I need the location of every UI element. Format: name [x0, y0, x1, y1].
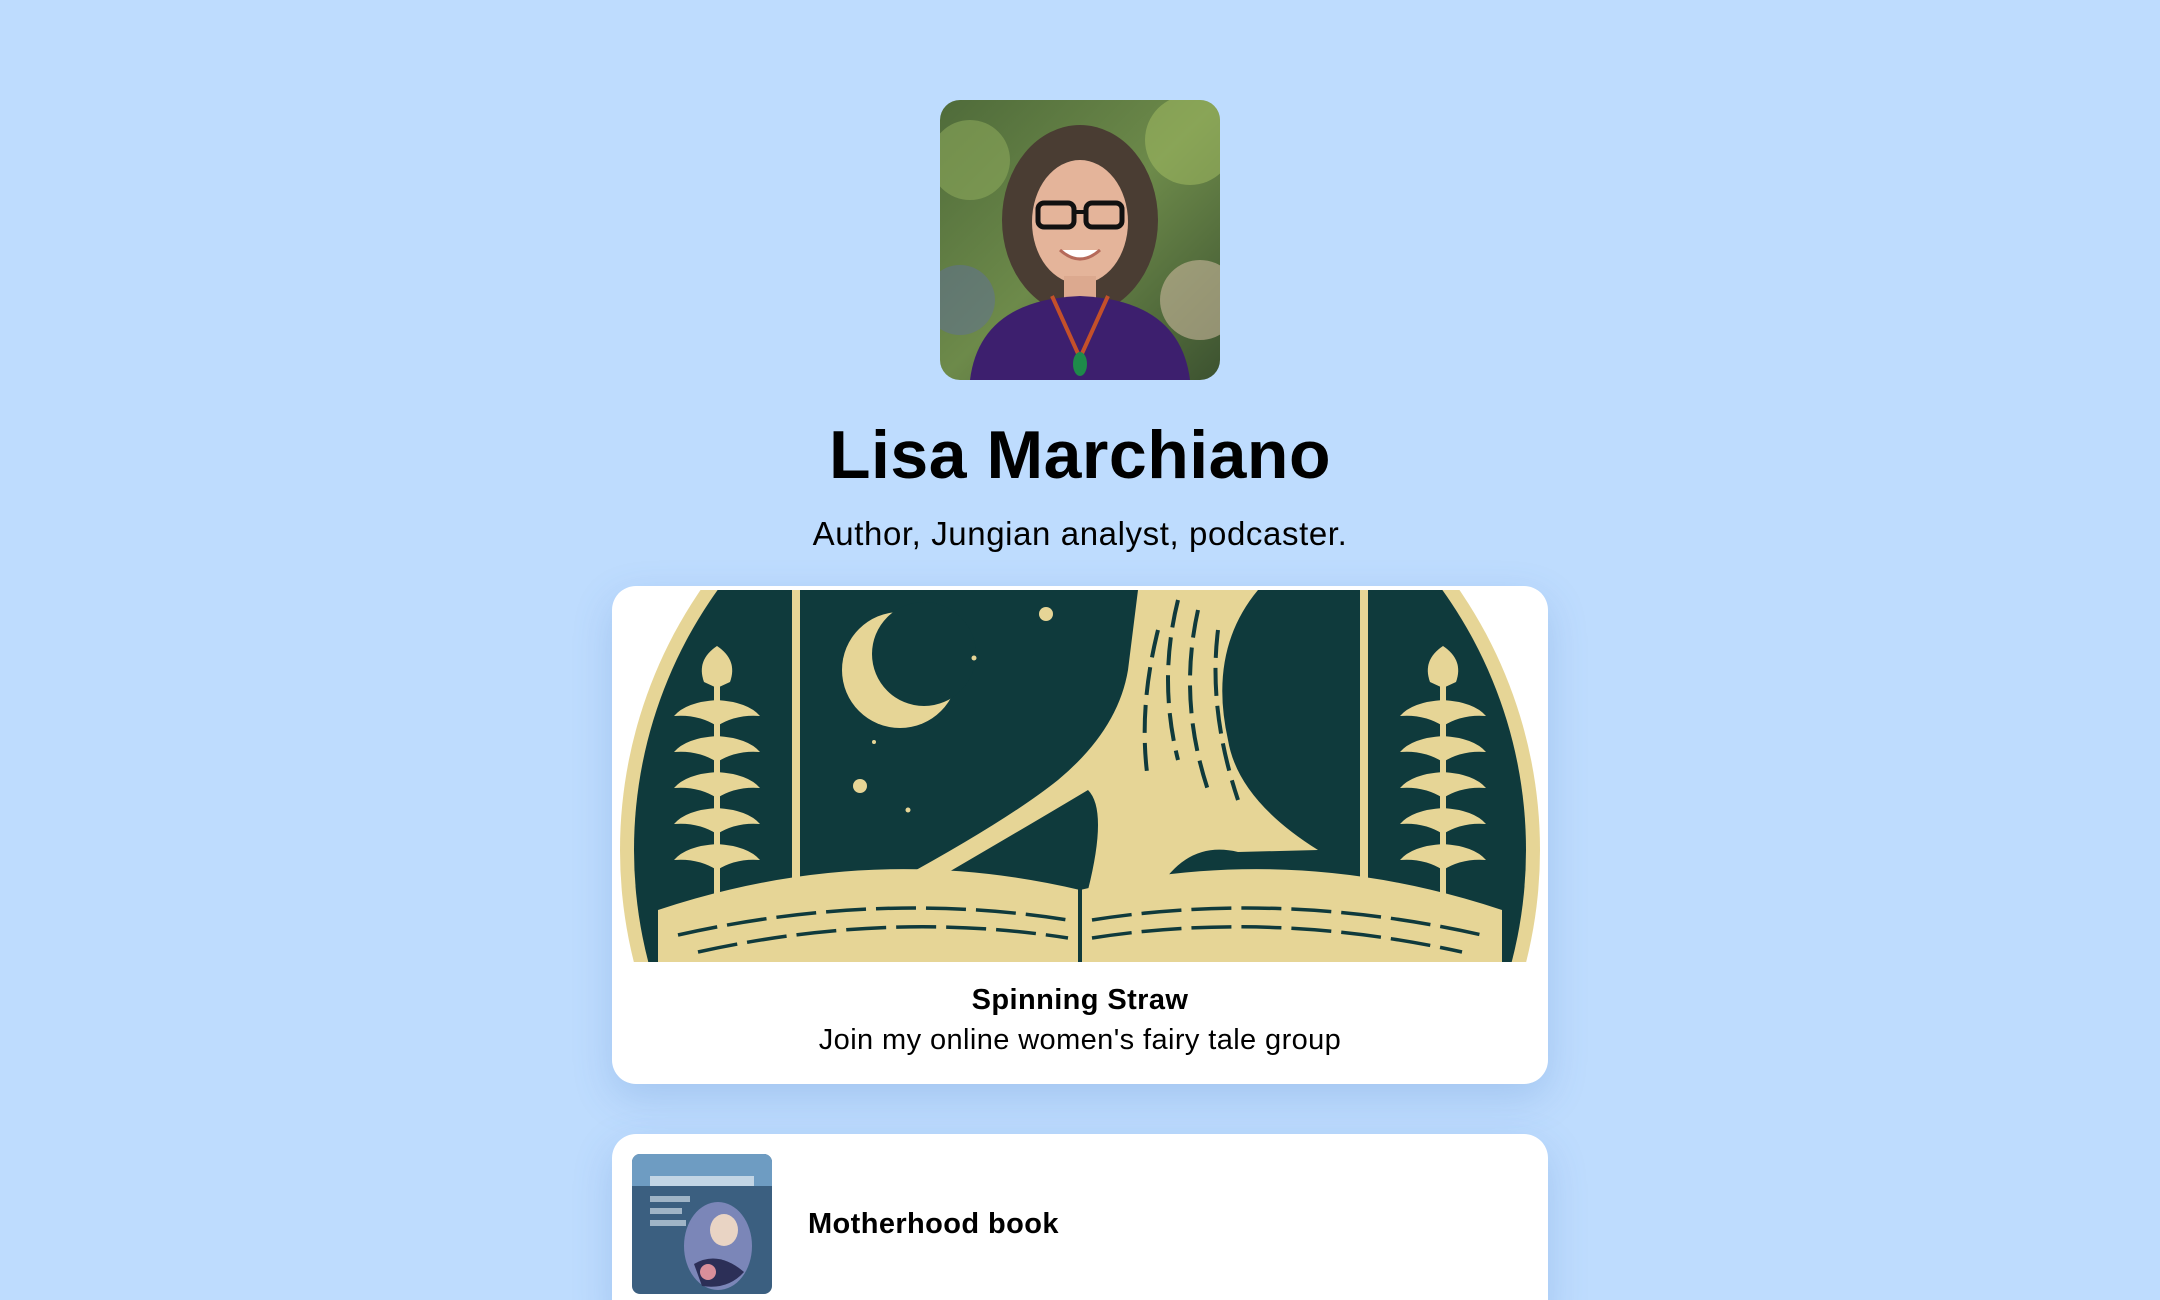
featured-link-subtitle: Join my online women's fairy tale group [818, 1024, 1342, 1056]
tree-on-open-book-icon [618, 590, 1542, 962]
book-cover-icon [632, 1154, 772, 1294]
profile-name: Lisa Marchiano [828, 417, 1332, 493]
profile-photo [940, 100, 1220, 380]
featured-link-card[interactable]: Spinning Straw Join my online women's fa… [612, 586, 1548, 1084]
link-card-motherhood-book[interactable]: Motherhood book [612, 1134, 1548, 1300]
link-title: Motherhood book [808, 1208, 1059, 1240]
featured-link-title: Spinning Straw [971, 984, 1189, 1016]
profile-bio: Author, Jungian analyst, podcaster. [812, 515, 1348, 552]
profile-page: Lisa Marchiano Author, Jungian analyst, … [0, 0, 2160, 1300]
avatar [940, 100, 1220, 380]
